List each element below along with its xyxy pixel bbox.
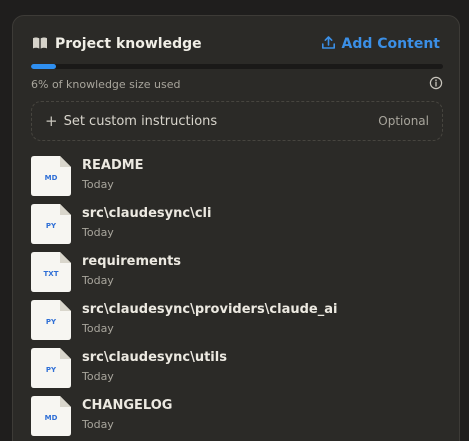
file-type-label: MD xyxy=(44,414,58,422)
file-type-label: TXT xyxy=(43,270,59,278)
file-list: MD README Today PY src\claudesync\cli Today TX… xyxy=(31,156,443,441)
info-icon[interactable] xyxy=(429,75,443,94)
add-content-button[interactable]: Add Content xyxy=(321,35,440,54)
file-meta: src\claudesync\providers\claude_ai Today xyxy=(82,300,337,336)
file-type-label: PY xyxy=(45,318,57,326)
custom-instructions-left: + Set custom instructions xyxy=(45,111,218,130)
file-item[interactable]: MD README Today xyxy=(31,156,443,204)
file-item[interactable]: MD CHANGELOG Today xyxy=(31,396,443,441)
optional-label: Optional xyxy=(378,114,429,128)
usage-label: 6% of knowledge size used xyxy=(31,77,181,91)
file-name: src\claudesync\utils xyxy=(82,350,227,365)
file-date: Today xyxy=(82,178,114,191)
file-type-label: PY xyxy=(45,366,57,374)
knowledge-usage-fill xyxy=(31,64,56,69)
file-date: Today xyxy=(82,322,114,335)
panel-title: Project knowledge xyxy=(55,36,202,52)
knowledge-usage-bar xyxy=(31,64,443,69)
file-name: requirements xyxy=(82,254,182,269)
file-name: README xyxy=(82,158,144,173)
file-type-label: PY xyxy=(45,222,57,230)
file-document-icon: PY xyxy=(31,348,71,388)
file-item[interactable]: TXT requirements Today xyxy=(31,252,443,300)
panel-header: Project knowledge Add Content xyxy=(32,33,440,55)
file-date: Today xyxy=(82,226,114,239)
file-name: src\claudesync\cli xyxy=(82,206,212,221)
file-meta: CHANGELOG Today xyxy=(82,396,172,432)
add-content-label: Add Content xyxy=(341,36,440,52)
file-document-icon: PY xyxy=(31,300,71,340)
file-item[interactable]: PY src\claudesync\providers\claude_ai Toda… xyxy=(31,300,443,348)
file-date: Today xyxy=(82,370,114,383)
file-name: CHANGELOG xyxy=(82,398,173,413)
file-date: Today xyxy=(82,418,114,431)
book-icon xyxy=(32,35,48,54)
set-custom-instructions-button[interactable]: + Set custom instructions Optional xyxy=(31,101,443,141)
file-document-icon: MD xyxy=(31,396,71,436)
file-document-icon: MD xyxy=(31,156,71,196)
file-name: src\claudesync\providers\claude_ai xyxy=(82,302,338,317)
file-meta: src\claudesync\utils Today xyxy=(82,348,227,384)
file-meta: README Today xyxy=(82,156,144,192)
file-date: Today xyxy=(82,274,114,287)
file-document-icon: PY xyxy=(31,204,71,244)
upload-icon xyxy=(321,35,336,54)
file-document-icon: TXT xyxy=(31,252,71,292)
project-knowledge-panel: Project knowledge Add Content 6% of know… xyxy=(12,15,460,441)
file-meta: requirements Today xyxy=(82,252,181,288)
file-item[interactable]: PY src\claudesync\utils Today xyxy=(31,348,443,396)
usage-row: 6% of knowledge size used xyxy=(31,76,443,92)
file-item[interactable]: PY src\claudesync\cli Today xyxy=(31,204,443,252)
file-type-label: MD xyxy=(44,174,58,182)
file-meta: src\claudesync\cli Today xyxy=(82,204,211,240)
plus-icon: + xyxy=(45,111,58,130)
title-group: Project knowledge xyxy=(32,35,202,54)
custom-instructions-label: Set custom instructions xyxy=(63,113,218,129)
